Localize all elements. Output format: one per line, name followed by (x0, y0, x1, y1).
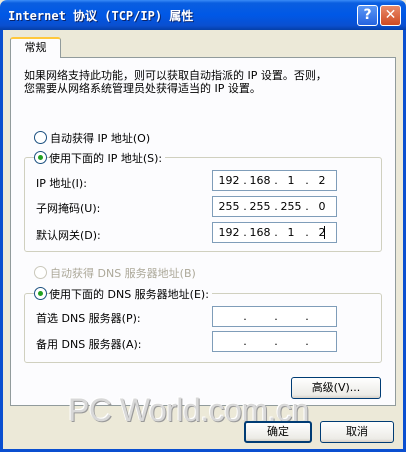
preferred-dns-label: 首选 DNS 服务器(P): (36, 312, 141, 325)
radio-manual-dns[interactable] (34, 287, 47, 300)
subnet-mask-input[interactable]: 255 . 255 . 255 . 0 (212, 196, 337, 217)
title-bar: Internet 协议 (TCP/IP) 属性 ? ✕ (0, 0, 406, 30)
tab-label: 常规 (24, 41, 47, 54)
gateway-octet-1: 192 (218, 226, 240, 239)
radio-auto-ip-label[interactable]: 自动获得 IP 地址(O) (50, 130, 150, 146)
radio-manual-ip[interactable] (34, 151, 47, 164)
dns-settings-group (24, 293, 382, 363)
dns-dot: . (243, 335, 247, 348)
default-gateway-input[interactable]: 192 . 168 . 1 . 2 (212, 222, 337, 243)
radio-manual-dns-label[interactable]: 使用下面的 DNS 服务器地址(E): (49, 286, 212, 302)
help-icon: ? (363, 7, 372, 23)
gateway-octet-2: 168 (249, 226, 271, 239)
subnet-mask-label: 子网掩码(U): (36, 202, 101, 215)
mask-octet-3: 255 (280, 200, 302, 213)
mask-octet-1: 255 (218, 200, 240, 213)
dns-dot: . (243, 310, 247, 323)
close-button[interactable]: ✕ (380, 5, 401, 26)
dns-dot: . (274, 310, 278, 323)
close-icon: ✕ (384, 7, 397, 23)
radio-manual-ip-label[interactable]: 使用下面的 IP 地址(S): (49, 150, 166, 166)
ip-octet-2: 168 (249, 174, 271, 187)
dns-dot: . (274, 335, 278, 348)
radio-auto-dns-label[interactable]: 自动获得 DNS 服务器地址(B) (50, 265, 196, 281)
tab-general[interactable]: 常规 (10, 37, 61, 58)
help-button[interactable]: ? (357, 5, 378, 26)
dns-dot: . (305, 335, 309, 348)
alternate-dns-label: 备用 DNS 服务器(A): (36, 338, 142, 351)
cancel-button[interactable]: 取消 (320, 421, 394, 443)
ip-address-label: IP 地址(I): (36, 177, 87, 190)
ip-address-input[interactable]: 192 . 168 . 1 . 2 (212, 170, 337, 191)
radio-auto-ip[interactable] (34, 131, 47, 144)
ip-octet-4: 2 (318, 174, 326, 187)
mask-octet-2: 255 (249, 200, 271, 213)
window-title: Internet 协议 (TCP/IP) 属性 (8, 9, 194, 23)
text-caret (324, 226, 325, 239)
ok-button[interactable]: 确定 (244, 421, 312, 443)
alternate-dns-input[interactable]: . . . (212, 331, 337, 352)
gateway-octet-4: 2 (318, 226, 326, 239)
ip-octet-3: 1 (287, 174, 295, 187)
gateway-octet-3: 1 (287, 226, 295, 239)
window-frame-left (0, 30, 3, 452)
default-gateway-label: 默认网关(D): (36, 229, 101, 242)
description-line-2: 您需要从网络系统管理员处获得适当的 IP 设置。 (24, 82, 261, 95)
ip-octet-1: 192 (218, 174, 240, 187)
dns-dot: . (305, 310, 309, 323)
mask-octet-4: 0 (318, 200, 326, 213)
preferred-dns-input[interactable]: . . . (212, 306, 337, 327)
radio-auto-dns[interactable] (34, 266, 47, 279)
